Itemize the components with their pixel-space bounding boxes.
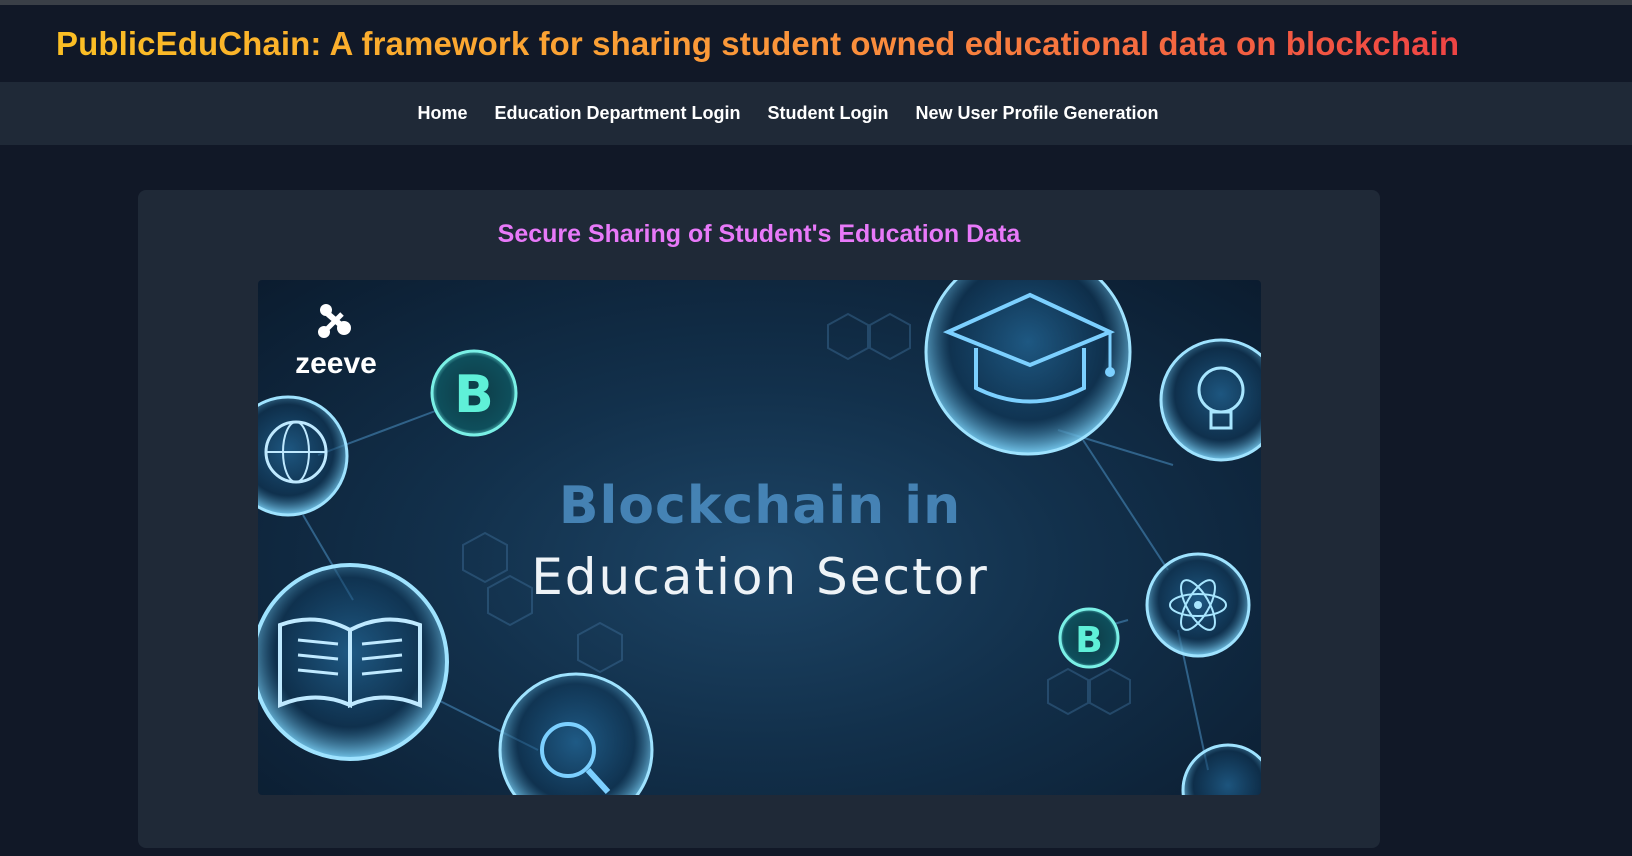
- svg-text:B: B: [1075, 620, 1102, 661]
- atom-icon: [1145, 552, 1251, 658]
- site-header: PublicEduChain: A framework for sharing …: [0, 5, 1632, 82]
- card-title: Secure Sharing of Student's Education Da…: [497, 220, 1021, 248]
- nav-home-link[interactable]: Home: [417, 103, 467, 124]
- open-book-icon: [258, 563, 449, 761]
- decorative-bubble: [1181, 743, 1261, 795]
- bitcoin-icon: B: [430, 349, 518, 437]
- hero-illustration: zeeve B B Blockchain in Education Sector: [258, 280, 1261, 795]
- main-nav: Home Education Department Login Student …: [0, 82, 1632, 145]
- app-title: PublicEduChain: A framework for sharing …: [56, 25, 1460, 62]
- zeeve-logo-icon: zeeve: [295, 304, 377, 380]
- magnifier-icon: [498, 672, 654, 795]
- svg-text:B: B: [454, 365, 494, 425]
- nav-student-login-link[interactable]: Student Login: [767, 103, 888, 124]
- lightbulb-icon: [1159, 338, 1261, 462]
- hero-headline-line1: Blockchain in: [559, 476, 961, 536]
- nav-education-department-login-link[interactable]: Education Department Login: [494, 103, 740, 124]
- zeeve-logo-text: zeeve: [295, 347, 377, 380]
- nav-links: Home Education Department Login Student …: [417, 103, 1158, 124]
- nav-new-user-profile-generation-link[interactable]: New User Profile Generation: [915, 103, 1158, 124]
- hero-image: zeeve B B Blockchain in Education Sector: [258, 280, 1261, 795]
- graduation-cap-icon: [924, 280, 1132, 456]
- content-card: Secure Sharing of Student's Education Da…: [138, 190, 1380, 848]
- globe-icon: [258, 395, 349, 517]
- bitcoin-small-icon: B: [1058, 607, 1120, 669]
- hero-headline-line2: Education Sector: [531, 548, 989, 606]
